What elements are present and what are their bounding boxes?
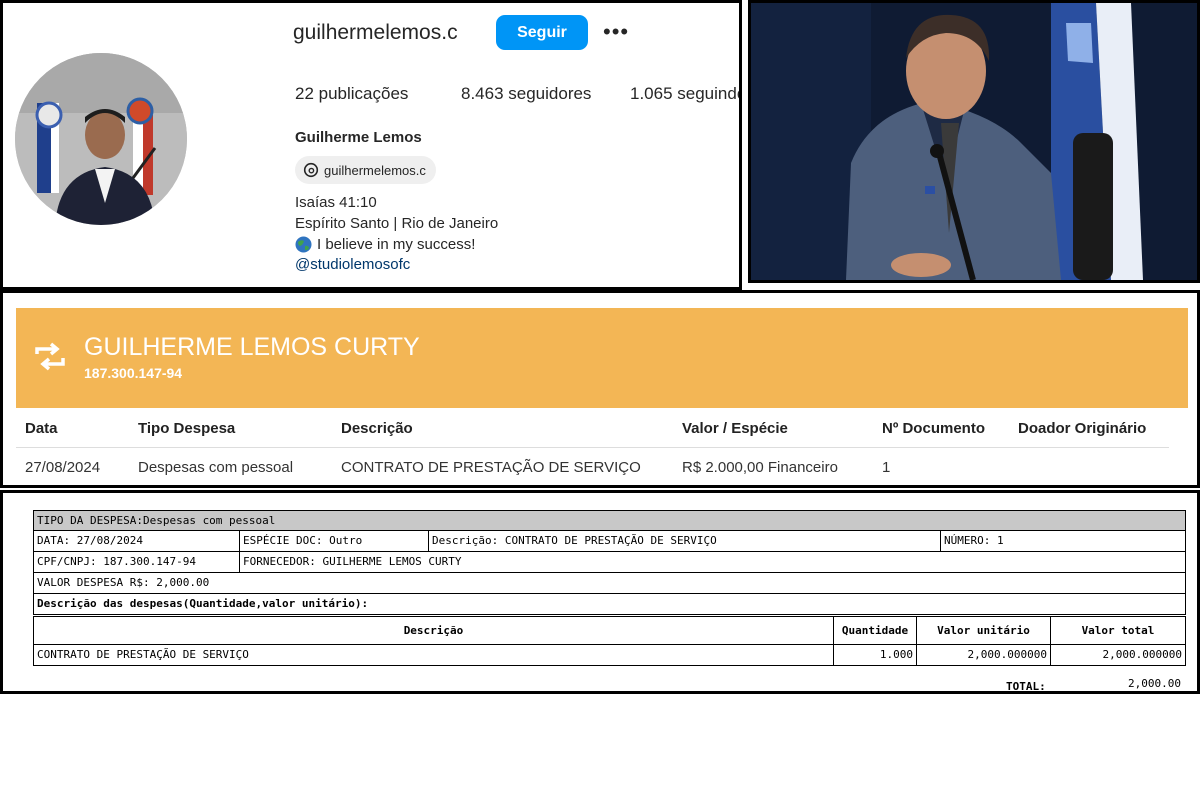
col-header-value: Valor / Espécie [682, 420, 788, 437]
item-quantity: 1.000 [833, 644, 917, 666]
speaker-photo-panel [748, 0, 1200, 283]
row-type: Despesas com pessoal [138, 459, 294, 476]
items-header-description: Descrição [33, 616, 834, 645]
posts-count: 22 publicações [295, 84, 409, 103]
candidate-header: GUILHERME LEMOS CURTY 187.300.147-94 [16, 308, 1188, 408]
instagram-profile-panel: guilhermelemos.c Seguir ••• 22 publicaçõ… [0, 0, 742, 290]
doc-total-label: TOTAL: [1006, 680, 1046, 693]
items-header-quantity: Quantidade [833, 616, 917, 645]
doc-total-value: 2,000.00 [1128, 677, 1181, 690]
item-unit-value: 2,000.000000 [916, 644, 1051, 666]
header-divider [16, 447, 1169, 448]
threads-link-chip[interactable]: guilhermelemos.c [295, 156, 436, 184]
doc-expense-type: TIPO DA DESPESA:Despesas com pessoal [33, 510, 1186, 531]
doc-supplier: FORNECEDOR: GUILHERME LEMOS CURTY [239, 551, 1186, 573]
profile-avatar[interactable] [15, 53, 187, 225]
threads-handle: guilhermelemos.c [324, 162, 426, 178]
candidate-cpf: 187.300.147-94 [84, 365, 183, 381]
follow-button[interactable]: Seguir [496, 15, 588, 50]
profile-username[interactable]: guilhermelemos.c [293, 21, 458, 45]
item-description: CONTRATO DE PRESTAÇÃO DE SERVIÇO [33, 644, 834, 666]
doc-kind: ESPÉCIE DOC: Outro [239, 530, 429, 552]
items-header-unit-value: Valor unitário [916, 616, 1051, 645]
row-doc-number: 1 [882, 459, 891, 476]
doc-date: DATA: 27/08/2024 [33, 530, 240, 552]
row-value: R$ 2.000,00 Financeiro [682, 459, 838, 476]
expense-document-panel: TIPO DA DESPESA:Despesas com pessoal DAT… [0, 490, 1200, 694]
doc-items-title: Descrição das despesas(Quantidade,valor … [33, 593, 1186, 615]
following-count[interactable]: 1.065 seguindo [630, 84, 739, 104]
bio-line-motto: I believe in my success! [317, 236, 476, 253]
doc-cpf: CPF/CNPJ: 187.300.147-94 [33, 551, 240, 573]
followers-count[interactable]: 8.463 seguidores [461, 84, 591, 104]
col-header-type: Tipo Despesa [138, 420, 236, 437]
profile-full-name: Guilherme Lemos [295, 129, 422, 146]
candidate-name: GUILHERME LEMOS CURTY [84, 333, 420, 361]
item-total-value: 2,000.000000 [1050, 644, 1186, 666]
col-header-date: Data [25, 420, 58, 437]
more-options-icon[interactable]: ••• [603, 19, 629, 45]
bio-line-verse: Isaías 41:10 [295, 194, 377, 211]
doc-description: Descrição: CONTRATO DE PRESTAÇÃO DE SERV… [428, 530, 941, 552]
doc-number: NÚMERO: 1 [940, 530, 1186, 552]
retweet-arrows-icon [35, 342, 65, 371]
doc-value: VALOR DESPESA R$: 2,000.00 [33, 572, 1186, 594]
col-header-doc-number: Nº Documento [882, 420, 985, 437]
items-header-total-value: Valor total [1050, 616, 1186, 645]
bio-line-location: Espírito Santo | Rio de Janeiro [295, 215, 499, 232]
globe-icon [295, 236, 312, 253]
threads-icon [303, 162, 319, 178]
row-description: CONTRATO DE PRESTAÇÃO DE SERVIÇO [341, 459, 641, 476]
row-date: 27/08/2024 [25, 459, 101, 476]
bio-mention-link[interactable]: @studiolemosofc [295, 256, 410, 273]
col-header-description: Descrição [341, 420, 413, 437]
bio-line-motto-row: I believe in my success! [295, 236, 475, 253]
avatar-photo [15, 53, 187, 225]
speaker-photo [751, 3, 1197, 280]
col-header-donor: Doador Originário [1018, 420, 1147, 437]
expense-summary-panel: GUILHERME LEMOS CURTY 187.300.147-94 Dat… [0, 290, 1200, 488]
